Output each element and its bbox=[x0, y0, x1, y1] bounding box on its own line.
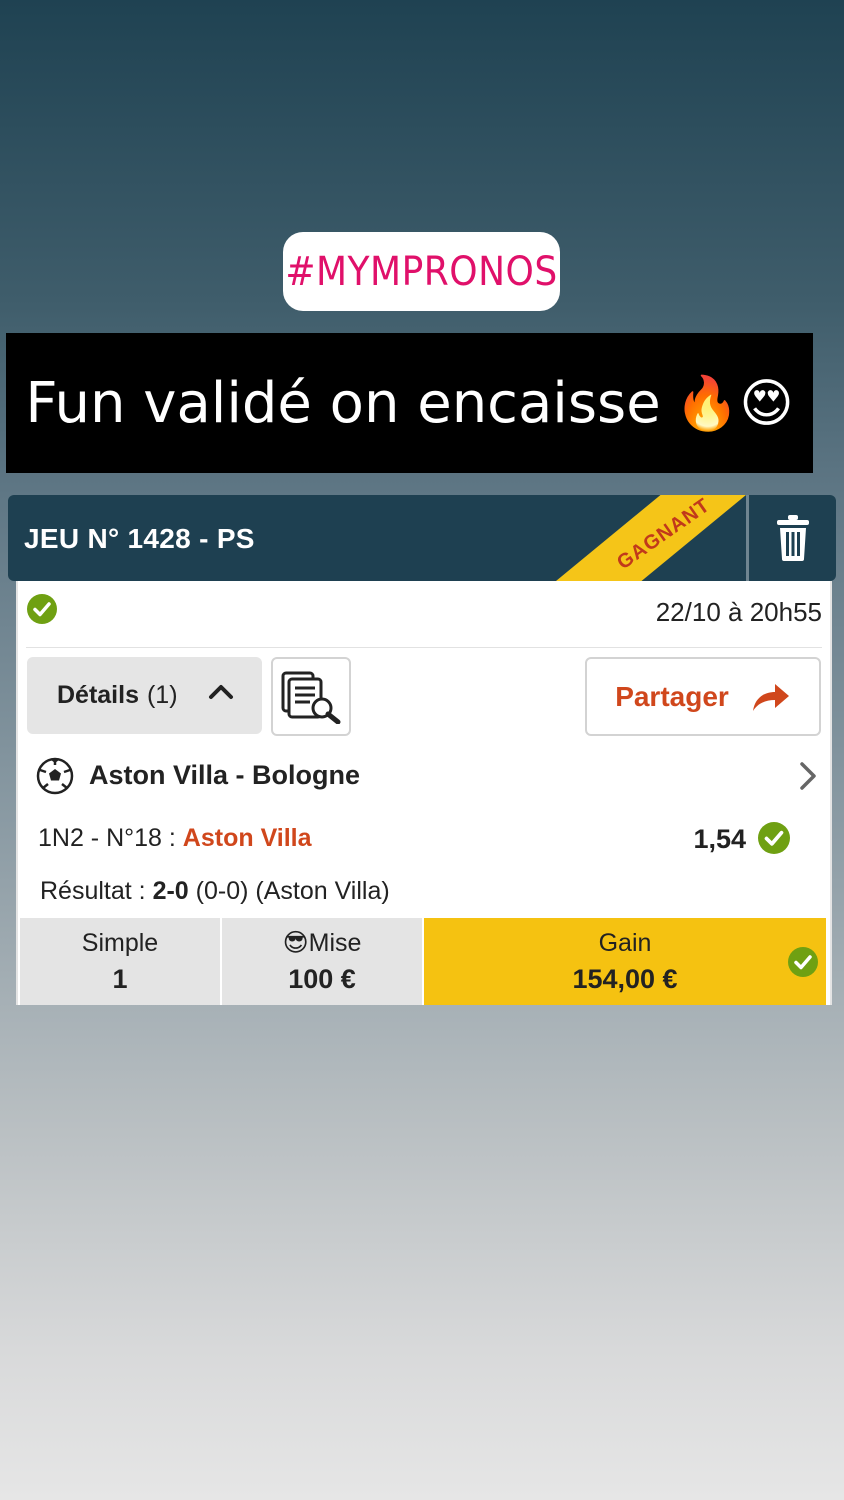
pick-label: 1N2 - N°18 : bbox=[38, 824, 176, 852]
bet-header: JEU N° 1428 - PS GAGNANT bbox=[8, 495, 836, 581]
view-receipt-button[interactable] bbox=[271, 657, 351, 736]
result-score: 2-0 bbox=[152, 877, 189, 905]
gain-cell: Gain 154,00 € bbox=[424, 918, 826, 1005]
soccer-ball-icon bbox=[36, 757, 74, 795]
bet-type-value: 1 bbox=[112, 963, 128, 994]
gain-value: 154,00 € bbox=[572, 963, 678, 994]
pick-row: 1N2 - N°18 : Aston Villa 1,54 bbox=[38, 822, 798, 860]
details-toggle-button[interactable]: Détails (1) bbox=[27, 657, 262, 734]
winner-ribbon: GAGNANT bbox=[556, 495, 746, 581]
gain-label: Gain bbox=[598, 928, 652, 957]
result-row: Résultat : 2-0 (0-0) (Aston Villa) bbox=[40, 877, 390, 906]
divider bbox=[26, 647, 822, 648]
stake-value: 100 € bbox=[288, 964, 356, 994]
header-divider bbox=[746, 495, 749, 581]
bet-type-label: Simple bbox=[81, 928, 159, 957]
bet-panel: JEU N° 1428 - PS GAGNANT 22/10 à 20h55 D… bbox=[0, 495, 844, 1005]
chevron-up-icon bbox=[209, 685, 233, 699]
bet-summary: Simple 1 😎Mise 100 € Gain 154,00 € bbox=[20, 918, 826, 1005]
caption-text: Fun validé on encaisse bbox=[25, 370, 661, 436]
hashtag-sticker: #MYMPRONOS bbox=[283, 232, 560, 311]
details-count: (1) bbox=[146, 681, 178, 709]
stake-label: 😎Mise bbox=[282, 929, 362, 957]
check-circle-icon bbox=[758, 822, 790, 854]
chevron-right-icon bbox=[800, 762, 816, 790]
status-check-icon bbox=[27, 594, 57, 629]
pick-team: Aston Villa bbox=[182, 824, 312, 852]
delete-button[interactable] bbox=[768, 513, 818, 563]
stake-cell: 😎Mise 100 € bbox=[222, 918, 422, 1005]
bet-date: 22/10 à 20h55 bbox=[655, 597, 822, 627]
share-button[interactable]: Partager bbox=[585, 657, 821, 736]
share-arrow-icon bbox=[752, 683, 789, 711]
bet-title: JEU N° 1428 - PS bbox=[24, 523, 255, 554]
story-caption: Fun validé on encaisse 🔥😍 bbox=[6, 333, 813, 473]
details-label: Détails bbox=[57, 681, 139, 709]
result-label: Résultat : bbox=[40, 877, 146, 905]
share-label: Partager bbox=[615, 680, 729, 712]
bet-type-cell: Simple 1 bbox=[20, 918, 220, 1005]
bet-card: 22/10 à 20h55 Détails (1) Partager Aston… bbox=[16, 581, 832, 1005]
result-extra: (0-0) (Aston Villa) bbox=[195, 877, 390, 905]
caption-emojis: 🔥😍 bbox=[674, 373, 794, 434]
check-circle-icon bbox=[788, 947, 818, 977]
odds-value: 1,54 bbox=[693, 824, 746, 854]
document-search-icon bbox=[281, 671, 341, 724]
trash-icon bbox=[777, 515, 809, 561]
match-row[interactable]: Aston Villa - Bologne bbox=[36, 755, 818, 795]
match-name: Aston Villa - Bologne bbox=[89, 760, 361, 790]
